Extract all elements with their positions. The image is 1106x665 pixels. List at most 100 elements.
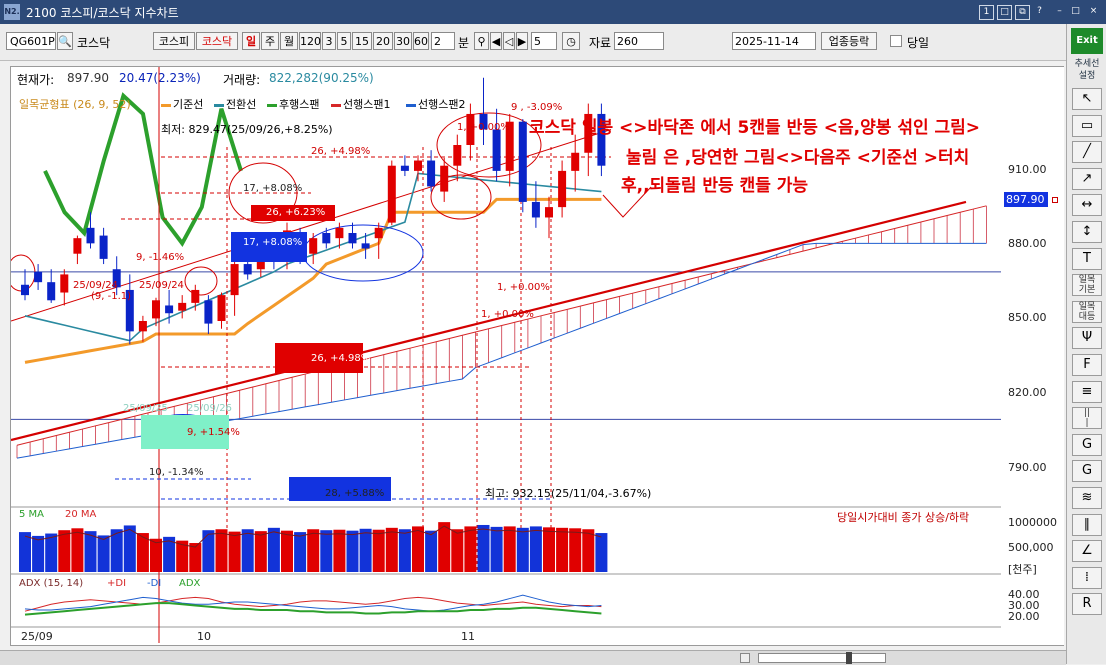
candle-body [453, 145, 462, 166]
volume-bar [398, 529, 411, 572]
high-label: 최고: 932.15(25/11/04,-3.67%) [485, 487, 652, 500]
annotation-line-3: 후,,되돌림 반등 캔들 가능 [621, 176, 809, 196]
volume-bar [516, 527, 529, 572]
period-month[interactable]: 월 [280, 32, 298, 50]
period-120[interactable]: 120 [299, 32, 321, 50]
data-count-select[interactable]: 260 [614, 32, 664, 50]
period-60[interactable]: 60 [413, 32, 429, 50]
app-logo-icon: N2. [4, 4, 20, 20]
minimize-icon[interactable]: – [1053, 5, 1066, 18]
arrow-line-tool-icon[interactable]: ↗ [1072, 167, 1102, 190]
volume-bar [58, 530, 71, 572]
y-tick-850: 850.00 [1008, 311, 1047, 324]
today-checkbox[interactable] [890, 35, 902, 47]
sort-button[interactable]: 업종등락 [821, 32, 877, 50]
parallel-tool-icon[interactable]: ∥ [1072, 513, 1102, 536]
volume-legend-20ma: 20 MA [65, 509, 97, 520]
y-tick-880: 880.00 [1008, 237, 1047, 250]
fibonacci-tool-icon[interactable]: F [1072, 354, 1102, 376]
candle-body [374, 227, 383, 239]
wave-tool-icon[interactable]: ≋ [1072, 487, 1102, 509]
clock-icon[interactable]: ◷ [562, 32, 580, 50]
period-day[interactable]: 일 [242, 32, 260, 50]
horizontal-tool-icon[interactable]: ↔ [1072, 194, 1102, 217]
period-5[interactable]: 5 [337, 32, 351, 50]
candle-body [387, 165, 396, 223]
y-tick-820: 820.00 [1008, 386, 1047, 399]
vertical-tool-icon[interactable]: ↕ [1072, 221, 1102, 243]
date-select[interactable]: 2025-11-14 [732, 32, 816, 50]
chart-area[interactable]: 현재가: 897.90 20.47(2.23%) 거래량: 822,282(90… [10, 66, 1004, 646]
candle-body [152, 300, 160, 319]
maximize-icon[interactable]: □ [1069, 5, 1082, 18]
zoom-icon[interactable]: ⚲ [474, 32, 489, 50]
candle-body [518, 121, 527, 202]
exit-button[interactable]: Exit [1071, 28, 1103, 54]
search-icon[interactable]: 🔍 [57, 32, 73, 50]
volume-bar [241, 529, 254, 572]
code-input[interactable]: QG601P [6, 32, 56, 50]
ichimoku-equal-tool-icon[interactable]: 일목 대등 [1072, 300, 1102, 323]
candle-body [545, 207, 553, 218]
prev-icon[interactable]: ◁ [503, 32, 515, 50]
nav-input[interactable]: 5 [531, 32, 557, 50]
legend-item-2: 후행스팬 [267, 96, 319, 112]
help-icon[interactable]: ? [1033, 5, 1046, 18]
levels-tool-icon[interactable]: ≡ [1072, 380, 1102, 403]
x-label-oct: 10 [197, 630, 211, 643]
pitchfork-tool-icon[interactable]: Ψ [1072, 327, 1102, 350]
count-input[interactable]: 2 [431, 32, 455, 50]
regression-tool-icon[interactable]: R [1072, 593, 1102, 616]
period-15[interactable]: 15 [352, 32, 372, 50]
candle-body [571, 152, 580, 171]
ichimoku-basic-tool-icon[interactable]: 일목 기본 [1072, 274, 1102, 297]
candle-body [191, 289, 200, 303]
tile-icon[interactable]: ⧉ [1015, 5, 1030, 20]
restore-icon[interactable]: □ [997, 5, 1012, 20]
volume-bar [503, 526, 516, 572]
angle-tool-icon[interactable]: ∠ [1072, 540, 1102, 563]
trendline-settings-button[interactable]: 추세선 설정 [1070, 58, 1104, 84]
volume-bar [32, 535, 45, 572]
pin-icon[interactable]: 1 [979, 5, 994, 20]
adx-legend-minusdi: -DI [147, 578, 162, 589]
level-26-498-top: 26, +4.98% [311, 146, 371, 157]
volume-bar [228, 531, 241, 572]
date-250926: 25/09/26 [187, 403, 232, 414]
volume-bar [438, 522, 451, 572]
adx-tick-20: 20.00 [1008, 610, 1040, 623]
volume-bar [307, 529, 320, 572]
volume-bar [543, 527, 555, 572]
next-icon[interactable]: ▶ [516, 32, 528, 50]
period-week[interactable]: 주 [261, 32, 279, 50]
scroll-bar[interactable] [0, 650, 1066, 665]
vol-unit: [천주] [1008, 563, 1037, 576]
gann-fan-tool-icon[interactable]: G [1072, 433, 1102, 456]
period-3[interactable]: 3 [322, 32, 336, 50]
date-250924a: 25/09/24 [73, 280, 118, 291]
tab-kospi[interactable]: 코스피 [153, 32, 195, 50]
cursor-tool-icon[interactable]: ↖ [1072, 88, 1102, 110]
today-label: 당일 [907, 36, 930, 50]
tab-kosdaq[interactable]: 코스닥 [196, 32, 238, 50]
dots-tool-icon[interactable]: ⁞ [1072, 566, 1102, 589]
level-17-808a: 17, +8.08% [243, 183, 303, 194]
eraser-tool-icon[interactable]: ▭ [1072, 114, 1102, 137]
volume-bar [385, 527, 398, 572]
vol-tick-1000000: 1000000 [1008, 516, 1057, 529]
candle-body [335, 227, 344, 239]
date-250925: 25/09/25 [123, 403, 168, 414]
close-icon[interactable]: × [1087, 5, 1100, 18]
period-20[interactable]: 20 [373, 32, 393, 50]
candle-body [531, 201, 540, 218]
cycle-tool-icon[interactable]: || | [1072, 407, 1102, 430]
x-label-nov: 11 [461, 630, 475, 643]
text-tool-icon[interactable]: T [1072, 247, 1102, 270]
line-tool-icon[interactable]: ╱ [1072, 141, 1102, 164]
gann-box-tool-icon[interactable]: G [1072, 460, 1102, 483]
first-icon[interactable]: ◀ [490, 32, 502, 50]
candle-body [440, 165, 449, 192]
data-label: 자료 [589, 36, 612, 50]
period-30[interactable]: 30 [394, 32, 412, 50]
level-28-588: 28, +5.88% [325, 488, 385, 499]
